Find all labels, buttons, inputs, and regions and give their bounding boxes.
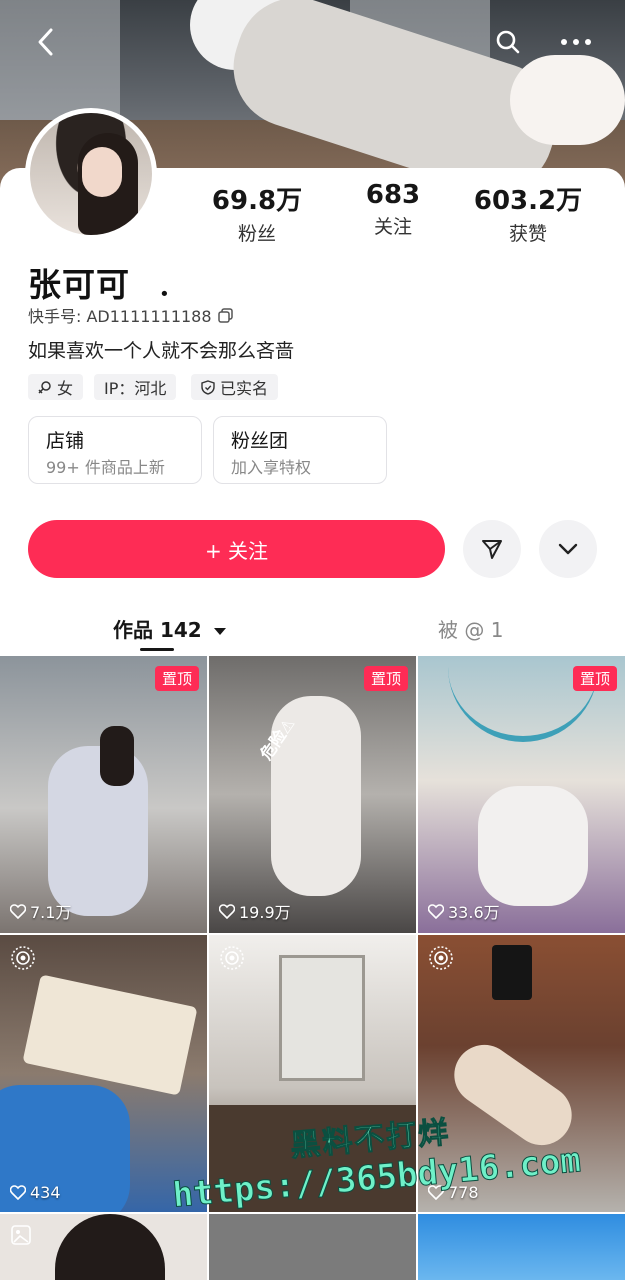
tag-gender: 女 [28,374,84,400]
shield-icon [201,379,215,395]
profile-bio: 如果喜欢一个人就不会那么吝啬 [28,340,295,362]
caret-down-icon [213,628,226,635]
pinned-badge: 置顶 [572,666,617,691]
expand-button[interactable] [539,520,597,578]
chevron-down-icon [558,543,578,555]
avatar[interactable] [25,108,157,240]
stat-following[interactable]: 683 关注 [333,180,453,239]
tag-verified-text: 已实名 [220,379,269,398]
tag-gender-text: 女 [57,379,74,398]
back-icon [38,28,53,56]
shop-entry[interactable]: 店铺 99+ 件商品上新 [28,416,202,484]
stat-value: 603.2万 [473,186,583,216]
video-thumbnail[interactable] [418,1214,625,1280]
profile-name-text: 张可可 [28,265,130,304]
more-icon [561,39,591,45]
heart-icon [219,903,235,919]
avatar-image [30,113,152,235]
video-thumbnail[interactable] [0,1214,207,1280]
video-thumbnail[interactable] [209,1214,416,1280]
likes-count: 19.9万 [219,899,291,923]
send-icon [482,540,502,559]
tag-ip-text: IP：河北 [104,379,167,398]
likes-count: 33.6万 [428,899,500,923]
thumbnail-figure [55,1214,165,1280]
video-thumbnail[interactable]: 危险⚠ 置顶 19.9万 [209,656,416,933]
thumbnail-figure [478,786,588,906]
likes-value: 7.1万 [30,903,72,922]
image-post-icon [11,1225,31,1245]
tab-indicator [140,648,174,651]
message-button[interactable] [463,520,521,578]
tab-works[interactable]: 作品 142 [113,614,227,643]
tag-verified: 已实名 [191,374,279,400]
likes-value: 434 [30,1183,61,1202]
thumbnail-figure [100,726,134,786]
follow-button[interactable]: + 关注 [28,520,445,578]
stat-label: 获赞 [508,223,547,245]
thumbnail-window [279,955,365,1081]
banner-figure-top [510,55,625,145]
video-thumbnail[interactable]: 置顶 33.6万 [418,656,625,933]
likes-count: 434 [10,1183,61,1202]
live-photo-icon [11,946,35,970]
fan-club-entry[interactable]: 粉丝团 加入享特权 [213,416,387,484]
video-thumbnail[interactable]: 置顶 7.1万 [0,656,207,933]
thumbnail-figure [442,1033,584,1157]
tab-mentions[interactable]: 被 @ 1 [438,614,503,643]
tab-works-label: 作品 142 [113,618,202,642]
live-photo-icon [429,946,453,970]
thumbnail-mug [492,945,532,1000]
female-icon [38,381,51,394]
user-id: 快手号: AD1111111188 [28,303,233,327]
search-button[interactable] [488,22,528,62]
stat-followers[interactable]: 69.8万 粉丝 [197,180,317,246]
fan-club-subtitle: 加入享特权 [231,458,312,477]
pinned-badge: 置顶 [154,666,199,691]
user-id-text: 快手号: AD1111111188 [28,307,212,326]
pinned-badge: 置顶 [363,666,408,691]
search-icon [496,30,520,54]
stat-likes[interactable]: 603.2万 获赞 [468,180,588,246]
thumbnail-book [22,974,198,1096]
profile-name-suffix: ． [156,265,191,304]
more-button[interactable] [556,22,596,62]
shop-title: 店铺 [46,430,85,452]
heart-icon [428,903,444,919]
stat-label: 粉丝 [237,223,276,245]
stat-label: 关注 [373,216,412,238]
live-photo-icon [220,946,244,970]
likes-count: 7.1万 [10,899,71,923]
heart-icon [10,1185,26,1200]
profile-name: 张可可 ． [28,258,191,306]
tag-ip: IP：河北 [94,374,177,400]
fan-club-title: 粉丝团 [231,430,289,452]
shop-subtitle: 99+ 件商品上新 [46,458,165,477]
back-button[interactable] [26,22,66,62]
tab-mentions-label: 被 @ 1 [438,618,504,642]
likes-value: 19.9万 [239,903,291,922]
copy-icon[interactable] [217,307,233,323]
video-thumbnail[interactable]: 434 [0,935,207,1212]
heart-icon [10,903,26,919]
stat-value: 69.8万 [211,186,303,216]
stat-value: 683 [365,180,421,210]
likes-value: 33.6万 [448,903,500,922]
